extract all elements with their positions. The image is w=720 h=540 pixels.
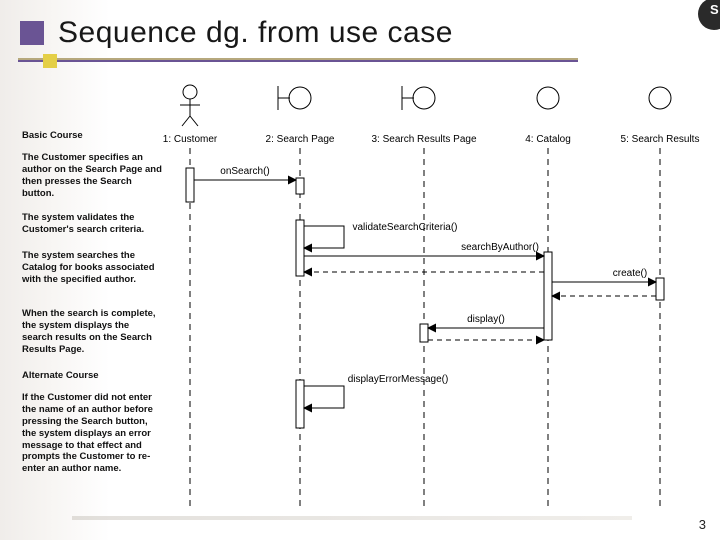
- activation-bar: [296, 380, 304, 428]
- activation-bar: [296, 220, 304, 276]
- msg-arrow-self: [304, 226, 344, 248]
- lifeline-label: 3: Search Results Page: [371, 134, 476, 145]
- activation-bar: [544, 252, 552, 340]
- corner-logo: S: [680, 0, 720, 40]
- lifeline-resultspage-head: 3: Search Results Page: [371, 86, 476, 145]
- slide-title: Sequence dg. from use case: [58, 16, 453, 50]
- lifeline-label: 2: Search Page: [266, 134, 335, 145]
- narration-p2: The system validates the Customer's sear…: [22, 212, 162, 236]
- lifeline-searchpage-head: 2: Search Page: [266, 86, 335, 145]
- msg-label: onSearch(): [220, 166, 269, 177]
- lifeline-catalog-head: 4: Catalog: [525, 87, 571, 145]
- narration-alt-heading: Alternate Course: [22, 370, 162, 382]
- lifeline-label: 4: Catalog: [525, 134, 571, 145]
- lifeline-customer-head: 1: Customer: [163, 85, 218, 145]
- narration-p4: When the search is complete, the system …: [22, 308, 162, 356]
- activation-bar: [186, 168, 194, 202]
- accent-square-yellow: [43, 54, 57, 68]
- title-row: Sequence dg. from use case: [20, 16, 453, 50]
- activation-bar: [296, 178, 304, 194]
- lifeline-searchresults-head: 5: Search Results: [621, 87, 700, 145]
- activation-bar: [656, 278, 664, 300]
- lifeline-label: 1: Customer: [163, 134, 218, 145]
- msg-label: validateSearchCriteria(): [352, 222, 457, 233]
- sequence-diagram: 1: Customer 2: Search Page 3: Search Res…: [160, 80, 720, 510]
- page-number: 3: [699, 517, 706, 532]
- narration-p3: The system searches the Catalog for book…: [22, 250, 162, 286]
- narration-basic-heading: Basic Course: [22, 130, 162, 142]
- activation-bar: [420, 324, 428, 342]
- msg-label: create(): [613, 268, 647, 279]
- msg-label: display(): [467, 314, 505, 325]
- msg-label: searchByAuthor(): [461, 242, 539, 253]
- msg-label: displayErrorMessage(): [348, 374, 449, 385]
- lifeline-label: 5: Search Results: [621, 134, 700, 145]
- narration-p1: The Customer specifies an author on the …: [22, 152, 162, 200]
- title-underline-purple: [18, 60, 578, 62]
- msg-arrow-self: [304, 386, 344, 408]
- footer-accent-bar: [72, 516, 632, 520]
- narration-p5: If the Customer did not enter the name o…: [22, 392, 162, 475]
- svg-text:S: S: [710, 2, 719, 17]
- accent-square-purple: [20, 21, 44, 45]
